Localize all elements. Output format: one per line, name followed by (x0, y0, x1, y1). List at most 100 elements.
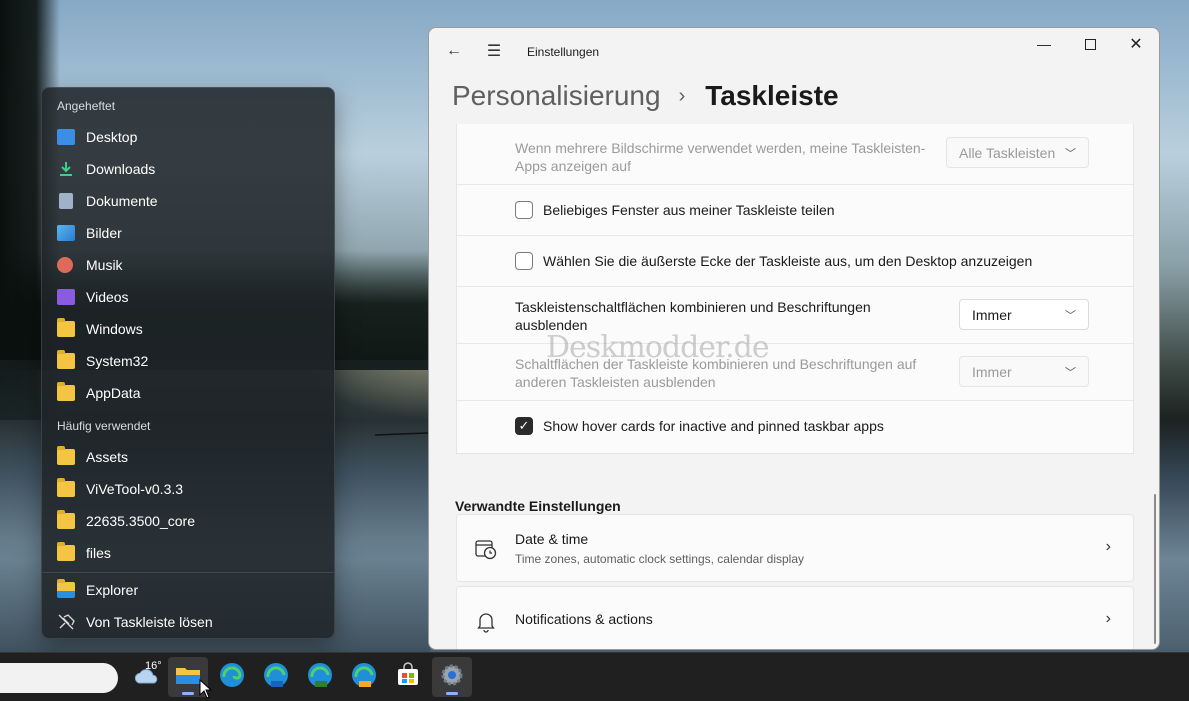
setting-row-share-window: Beliebiges Fenster aus meiner Taskleiste… (457, 184, 1133, 235)
active-indicator (446, 692, 458, 695)
select-value: Immer (972, 306, 1012, 323)
jumplist-item-label: 22635.3500_core (86, 513, 195, 529)
taskbar-edge[interactable] (212, 657, 252, 697)
taskbar-edge-beta[interactable] (256, 657, 296, 697)
weather-temperature: 16° (145, 660, 162, 672)
jumplist-open-explorer[interactable]: Explorer (42, 575, 334, 605)
jumplist-item-desktop[interactable]: Desktop (42, 122, 334, 152)
share-window-checkbox[interactable] (515, 201, 533, 219)
jumplist-item-label: Assets (86, 449, 129, 465)
select-value: Alle Taskleisten (959, 144, 1056, 161)
jumplist-item-windows[interactable]: Windows (42, 314, 334, 344)
jumplist-item-vivetool[interactable]: ViVeTool-v0.3.3 (42, 474, 334, 504)
jumplist-item-label: Bilder (86, 225, 122, 241)
jumplist-item-label: System32 (86, 353, 149, 369)
related-title: Notifications & actions (515, 611, 653, 627)
taskbar-edge-dev[interactable] (300, 657, 340, 697)
edge-icon (218, 661, 246, 694)
jumplist-item-label: Dokumente (86, 193, 158, 209)
folder-icon (57, 446, 75, 465)
settings-window: ← ☰ Einstellungen — ✕ Personalisierung ›… (428, 27, 1160, 650)
edge-dev-icon (306, 661, 334, 694)
active-indicator (182, 692, 194, 695)
pinned-header: Angeheftet (57, 99, 116, 113)
back-arrow-icon: ← (446, 42, 462, 59)
jumplist-item-documents[interactable]: Dokumente (42, 186, 334, 216)
desktop-icon (57, 129, 75, 145)
videos-icon (57, 289, 75, 305)
calendar-clock-icon (475, 538, 497, 560)
taskbar-settings[interactable] (432, 657, 472, 697)
jumplist-unpin[interactable]: Von Taskleiste lösen (42, 607, 334, 637)
folder-icon (57, 478, 75, 497)
jumplist-item-label: Downloads (86, 161, 156, 177)
related-date-time[interactable]: Date & time Time zones, automatic clock … (456, 514, 1134, 582)
related-settings-heading: Verwandte Einstellungen (455, 498, 621, 514)
checkmark-icon: ✓ (518, 418, 530, 433)
close-button[interactable]: ✕ (1113, 28, 1159, 60)
jumplist-item-files[interactable]: files (42, 538, 334, 568)
taskbar-jump-list: Angeheftet Desktop Downloads Dokumente B… (41, 87, 335, 639)
nav-menu-button[interactable]: ☰ (479, 36, 509, 66)
chevron-right-icon: › (1105, 538, 1111, 555)
minimize-button[interactable]: — (1021, 28, 1067, 60)
taskbar-search-box[interactable] (0, 663, 118, 693)
jumplist-item-label: ViVeTool-v0.3.3 (86, 481, 184, 497)
edge-beta-icon (262, 661, 290, 694)
combine-other-select: Immer ﹀ (959, 356, 1089, 387)
combine-buttons-select[interactable]: Immer ﹀ (959, 299, 1089, 330)
jumplist-item-label: Windows (86, 321, 143, 337)
setting-row-far-corner: Wählen Sie die äußerste Ecke der Tasklei… (457, 235, 1133, 286)
unpin-icon (57, 614, 75, 630)
maximize-icon (1084, 38, 1096, 50)
settings-content: Wenn mehrere Bildschirme verwendet werde… (429, 124, 1159, 649)
back-button[interactable]: ← (439, 36, 469, 66)
chevron-down-icon: ﹀ (1065, 148, 1076, 160)
folder-icon (57, 542, 75, 561)
multi-display-select: Alle Taskleisten ﹀ (946, 137, 1089, 168)
jumplist-item-label: Musik (86, 257, 123, 273)
file-explorer-icon (174, 663, 202, 692)
edge-canary-icon (350, 661, 378, 694)
scrollbar[interactable] (1154, 494, 1156, 644)
setting-row-multi-display: Wenn mehrere Bildschirme verwendet werde… (457, 124, 1133, 184)
jumplist-item-label: Desktop (86, 129, 138, 145)
taskbar-store[interactable] (388, 657, 428, 697)
setting-label: Show hover cards for inactive and pinned… (543, 418, 884, 434)
setting-row-hover-cards: ✓ Show hover cards for inactive and pinn… (457, 400, 1133, 453)
jumplist-item-appdata[interactable]: AppData (42, 378, 334, 408)
store-icon (395, 661, 421, 693)
jumplist-item-assets[interactable]: Assets (42, 442, 334, 472)
setting-label: Taskleistenschaltflächen kombinieren und… (515, 299, 871, 333)
folder-icon (57, 350, 75, 369)
file-explorer-icon (57, 579, 75, 598)
document-icon (59, 193, 73, 209)
jumplist-item-pictures[interactable]: Bilder (42, 218, 334, 248)
chevron-down-icon: ﹀ (1065, 310, 1076, 322)
breadcrumb-parent[interactable]: Personalisierung (452, 80, 661, 112)
related-notifications[interactable]: Notifications & actions › (456, 586, 1134, 649)
minimize-icon: — (1037, 36, 1051, 52)
select-value: Immer (972, 363, 1012, 380)
jumplist-item-label: Videos (86, 289, 129, 305)
jumplist-divider (42, 572, 334, 573)
settings-icon (439, 662, 465, 693)
far-corner-checkbox[interactable] (515, 252, 533, 270)
maximize-button[interactable] (1067, 28, 1113, 60)
jumplist-item-system32[interactable]: System32 (42, 346, 334, 376)
download-icon (57, 161, 75, 177)
related-subtitle: Time zones, automatic clock settings, ca… (515, 552, 805, 566)
jumplist-item-music[interactable]: Musik (42, 250, 334, 280)
jumplist-item-videos[interactable]: Videos (42, 282, 334, 312)
taskbar-edge-canary[interactable] (344, 657, 384, 697)
jumplist-item-core[interactable]: 22635.3500_core (42, 506, 334, 536)
hover-cards-checkbox[interactable]: ✓ (515, 417, 533, 435)
setting-label: Beliebiges Fenster aus meiner Taskleiste… (543, 202, 835, 218)
mouse-cursor-icon (199, 679, 213, 699)
jumplist-item-label: Explorer (86, 582, 139, 598)
setting-label: Schaltflächen der Taskleiste kombinieren… (515, 356, 917, 390)
taskbar: 16° (0, 652, 1189, 701)
taskbar-behaviors-card: Wenn mehrere Bildschirme verwendet werde… (456, 124, 1134, 454)
folder-icon (57, 318, 75, 337)
jumplist-item-downloads[interactable]: Downloads (42, 154, 334, 184)
